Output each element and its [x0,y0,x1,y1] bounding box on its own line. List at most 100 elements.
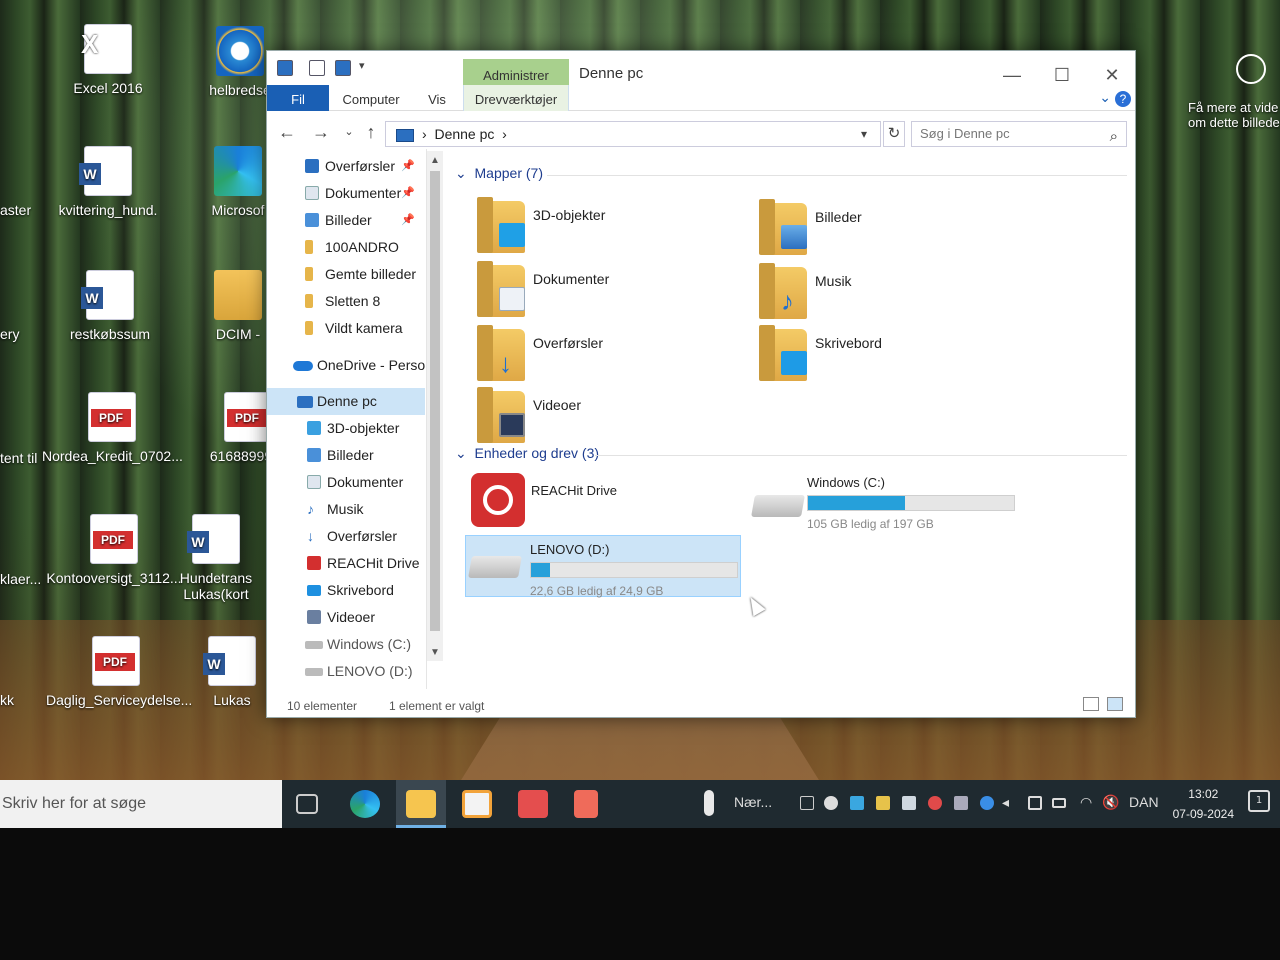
sidebar-item-pictures-pc[interactable]: Billeder [267,442,425,469]
sidebar-item-videos[interactable]: Videoer [267,604,425,631]
folder-pictures[interactable]: Billeder [759,199,1023,263]
onedrive-icon[interactable] [824,796,838,810]
sidebar-item-vildt-kamera[interactable]: Vildt kamera [267,315,425,342]
scrollbar-thumb[interactable] [430,171,440,631]
title-bar[interactable]: ▾ Administrer Denne pc — ☐ ✕ [267,51,1135,87]
up-arrow-icon[interactable]: ↑ [359,121,383,143]
sidebar-item-documents-pc[interactable]: Dokumenter [267,469,425,496]
store-icon[interactable] [462,790,492,818]
drive-lenovo-d[interactable]: LENOVO (D:) 22,6 GB ledig af 24,9 GB [465,535,741,598]
chevron-left-icon[interactable]: ◂ [1002,794,1009,811]
bluetooth-icon[interactable] [980,796,994,810]
desktop-icon-label-partial[interactable]: aster [0,202,40,218]
sidebar-item-this-pc[interactable]: Denne pc [267,388,425,415]
tray-app-icon[interactable] [902,796,916,810]
notification-center-icon[interactable]: 1 [1248,790,1270,812]
sidebar-item-3d-objects[interactable]: 3D-objekter [267,415,425,442]
sidebar-item-lenovo-d[interactable]: LENOVO (D:) [267,658,425,685]
edge-icon[interactable] [350,790,380,818]
address-dropdown-icon[interactable]: ▾ [861,121,881,147]
phone-link-icon[interactable] [800,796,814,810]
search-input[interactable]: Søg i Denne pc ⌕ [911,121,1127,147]
tray-app-icon[interactable] [928,796,942,810]
new-folder-icon[interactable] [335,60,351,76]
tab-drive-tools[interactable]: Drevværktøjer [463,85,569,111]
desktop-icon-lukas[interactable]: Lukas [196,636,268,708]
folder-icon [305,294,313,308]
desktop-icon-daglig[interactable]: Daglig_Serviceydelse... [46,636,192,708]
security-shield-icon[interactable] [876,796,890,810]
desktop-icon-label-partial[interactable]: kk [0,692,40,708]
tab-view[interactable]: Vis [417,85,457,111]
folder-desktop[interactable]: Skrivebord [759,325,1023,389]
desktop-icon-label-partial[interactable]: ery [0,326,40,342]
desktop-icon-kontooversigt[interactable]: Kontooversigt_3112... [44,514,184,586]
folder-documents[interactable]: Dokumenter [477,261,741,325]
sidebar-item-downloads[interactable]: Overførsler 📌 [267,153,425,180]
tray-app-icon[interactable] [850,796,864,810]
spotlight-info[interactable]: Få mere at vide om dette billede [1188,54,1280,130]
desktop-icon-excel[interactable]: Excel 2016 [38,24,178,96]
desktop-icon-label-partial[interactable]: klaer... [0,571,41,587]
sidebar-item-windows-c[interactable]: Windows (C:) [267,631,425,658]
desktop-icon-label-partial[interactable]: tent til [0,450,40,466]
volume-muted-icon[interactable]: 🔇 [1102,794,1119,811]
drive-reachit[interactable]: REACHit Drive [467,471,743,533]
quick-access-dropdown-icon[interactable]: ▾ [359,59,365,72]
folders-group-header[interactable]: ⌄ Mapper (7) [455,165,543,182]
taskbar-search-input[interactable]: Skriv her for at søge [0,780,282,828]
scroll-down-icon[interactable]: ▼ [427,647,443,661]
thermometer-icon[interactable] [704,790,714,816]
tray-app-icon[interactable] [954,796,968,810]
large-icons-view-icon[interactable] [1107,697,1123,711]
sidebar-item-saved-pictures[interactable]: Gemte billeder [267,261,425,288]
folder-downloads[interactable]: ↓ Overførsler [477,325,741,389]
desktop-icon-restkobssum[interactable]: restkøbssum [40,270,180,342]
task-view-icon[interactable] [296,794,318,814]
folder-videos[interactable]: Videoer [477,387,741,451]
pdf-app-icon[interactable] [574,790,598,818]
desktop-icon-hundetrans[interactable]: Hundetrans Lukas(kort [164,514,268,602]
sidebar-item-reachit-drive[interactable]: REACHit Drive [267,550,425,577]
address-bar[interactable]: › Denne pc › [385,121,881,147]
desktop-icon-kvittering[interactable]: kvittering_hund. [38,146,178,218]
sidebar-item-sletten-8[interactable]: Sletten 8 [267,288,425,315]
refresh-icon[interactable]: ↻ [883,121,905,147]
weather-text[interactable]: Nær... [734,794,772,810]
battery-icon[interactable] [1052,798,1066,808]
sidebar-scrollbar[interactable]: ▲ ▼ [427,151,443,661]
tab-file[interactable]: Fil [267,85,329,111]
sidebar-item-music[interactable]: ♪ Musik [267,496,425,523]
help-icon[interactable]: ? [1115,91,1131,107]
sidebar-item-documents[interactable]: Dokumenter 📌 [267,180,425,207]
recent-locations-icon[interactable]: ⌄ [337,121,361,143]
properties-icon[interactable] [309,60,325,76]
language-indicator[interactable]: DAN [1129,794,1159,810]
pdf-icon [90,514,138,564]
tab-computer[interactable]: Computer [339,85,403,111]
search-icon[interactable]: ⌕ [1110,125,1118,149]
taskbar-file-explorer[interactable] [396,780,446,828]
forward-arrow-icon[interactable]: → [309,121,333,143]
chevron-down-icon[interactable]: ⌄ [1099,89,1111,106]
sidebar-item-downloads-pc[interactable]: ↓ Overførsler [267,523,425,550]
details-view-icon[interactable] [1083,697,1099,711]
context-tab-manage[interactable]: Administrer [463,59,569,87]
sidebar-item-onedrive[interactable]: OneDrive - Person [267,352,425,379]
keyboard-icon[interactable] [1028,796,1042,810]
drives-group-header[interactable]: ⌄ Enheder og drev (3) [455,445,599,462]
sidebar-item-100andro[interactable]: 100ANDRO [267,234,425,261]
desktop-icon-nordea[interactable]: Nordea_Kredit_0702... [42,392,183,464]
sidebar-item-desktop[interactable]: Skrivebord [267,577,425,604]
music-icon: ♪ [307,501,314,517]
reader-app-icon[interactable] [518,790,548,818]
scroll-up-icon[interactable]: ▲ [427,155,443,169]
wifi-icon[interactable]: ◠ [1080,794,1092,811]
sidebar-item-pictures[interactable]: Billeder 📌 [267,207,425,234]
folder-music[interactable]: ♪ Musik [759,263,1023,327]
back-arrow-icon[interactable]: ← [275,121,299,143]
drive-windows-c[interactable]: Windows (C:) 105 GB ledig af 197 GB [749,475,1019,537]
folder-3d-objects[interactable]: 3D-objekter [477,197,741,261]
address-location[interactable]: Denne pc [434,126,494,142]
clock[interactable]: 13:02 07-09-2024 [1173,784,1234,824]
